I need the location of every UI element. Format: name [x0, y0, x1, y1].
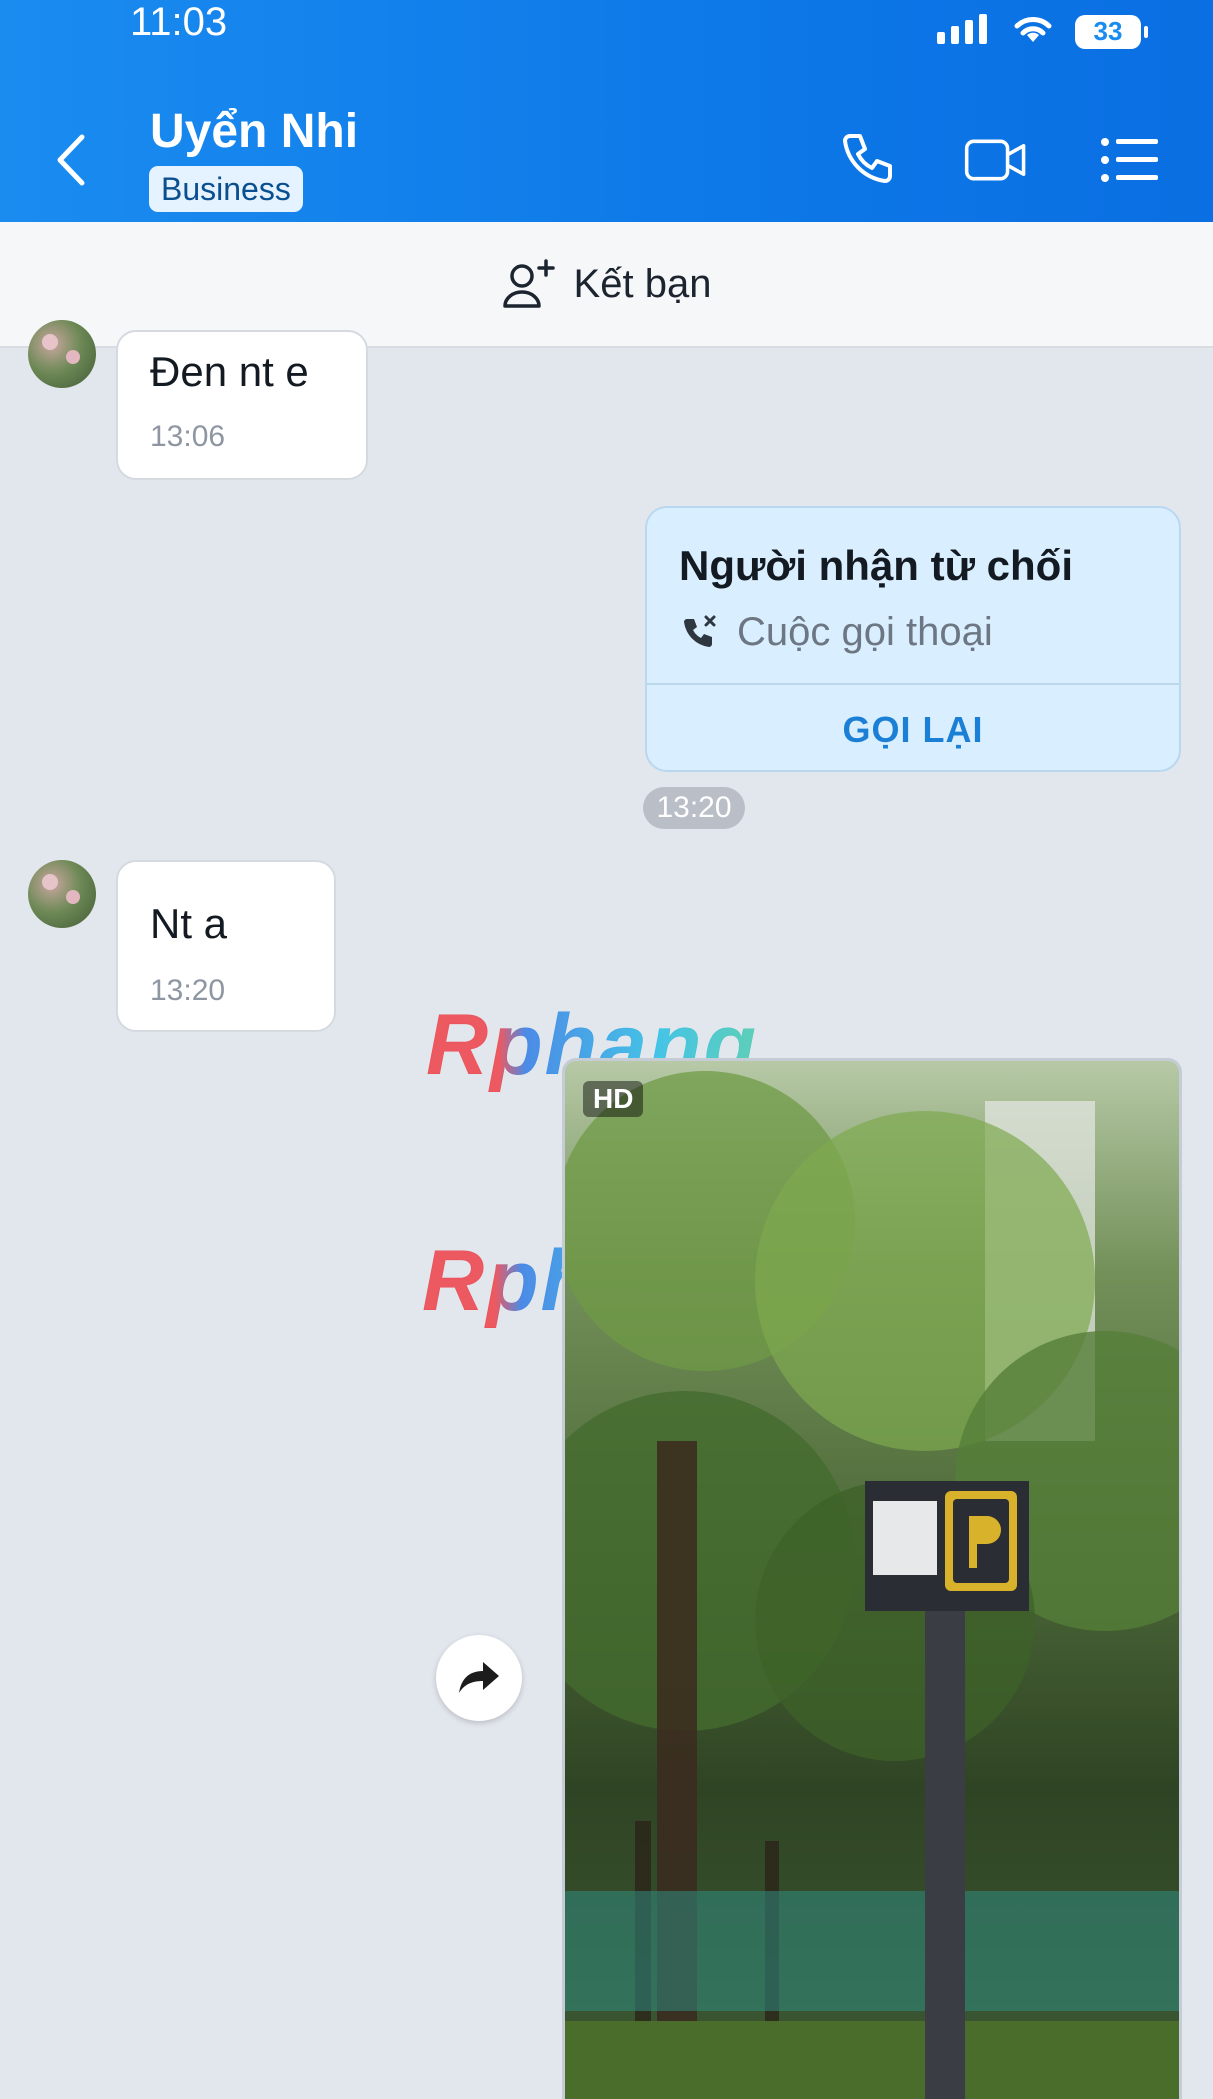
add-friend-label: Kết bạn [573, 261, 712, 306]
message-time: 13:20 [150, 974, 226, 1007]
contact-name[interactable]: Uyển Nhi [150, 104, 358, 160]
call-type: Cuộc gọi thoại [679, 610, 993, 655]
menu-icon [1101, 138, 1158, 182]
message-bubble[interactable]: Nt a 13:20 [116, 860, 336, 1032]
status-icons: 33 [935, 12, 1148, 51]
video-icon [964, 139, 1026, 181]
avatar[interactable] [28, 860, 96, 928]
missed-call-icon [684, 615, 716, 647]
share-arrow-icon [459, 1662, 499, 1693]
call-back-button[interactable]: GỌI LẠI [647, 686, 1179, 770]
photo-content [565, 1071, 1179, 2099]
back-icon [57, 134, 85, 186]
back-button[interactable] [46, 130, 96, 190]
avatar[interactable] [28, 320, 96, 388]
menu-button[interactable] [1098, 128, 1162, 192]
message-bubble[interactable]: Đen nt e 13:06 [116, 330, 368, 480]
call-button[interactable] [834, 128, 898, 192]
call-status: Người nhận từ chối [679, 542, 1073, 589]
battery-indicator: 33 [1075, 14, 1148, 49]
message-text: Nt a [150, 900, 228, 947]
message-text: Đen nt e [150, 348, 309, 395]
divider [647, 683, 1179, 685]
add-friend-icon [502, 259, 555, 308]
chat-header: 11:03 33 Uyển Nhi Business [0, 0, 1213, 222]
video-call-button[interactable] [964, 128, 1028, 192]
hd-badge: HD [583, 1081, 644, 1117]
share-button[interactable] [436, 1635, 522, 1721]
message-time: 13:06 [150, 420, 226, 453]
signal-icon [935, 14, 991, 49]
wifi-icon [1011, 12, 1055, 51]
phone-icon [843, 134, 892, 183]
status-time: 11:03 [130, 0, 228, 44]
business-badge: Business [149, 166, 303, 212]
photo-message[interactable]: HD [562, 1058, 1182, 2099]
call-card: Người nhận từ chối Cuộc gọi thoại GỌI LẠ… [645, 506, 1181, 772]
message-time-pill: 13:20 [643, 787, 745, 829]
call-type-label: Cuộc gọi thoại [737, 610, 993, 654]
